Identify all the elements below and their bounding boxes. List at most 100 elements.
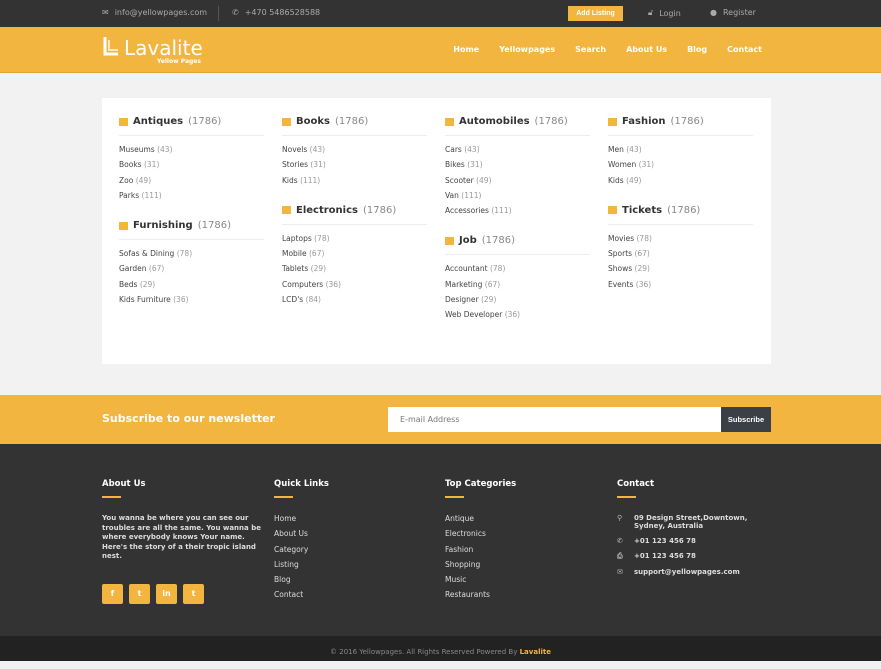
category-count: (1786) bbox=[670, 116, 704, 127]
subcategory-link[interactable]: Events (36) bbox=[608, 280, 753, 295]
subcategory-link[interactable]: Laptops (78) bbox=[282, 234, 427, 249]
login-link[interactable]: 🔓︎ Login bbox=[648, 8, 681, 18]
subcategory-link[interactable]: Sports (67) bbox=[608, 249, 753, 264]
category-heading[interactable]: Job (1786) bbox=[445, 235, 590, 256]
nav-search[interactable]: Search bbox=[575, 45, 606, 54]
category-antiques: Antiques (1786) Museums (43) Books (31) Zoo … bbox=[119, 116, 264, 206]
subcategory-count: (31) bbox=[467, 160, 483, 170]
footer-top-categories: Top Categories Antique Electronics Fashion S… bbox=[445, 479, 605, 606]
facebook-icon[interactable]: f bbox=[102, 583, 123, 604]
subcategory-link[interactable]: Designer (29) bbox=[445, 295, 590, 310]
subcategory-name: Laptops bbox=[282, 233, 312, 243]
footer-link-electronics[interactable]: Electronics bbox=[445, 529, 605, 544]
logo[interactable]: Lavalite Yellow Pages bbox=[102, 36, 203, 65]
electronics-icon bbox=[282, 206, 291, 215]
furnishing-icon bbox=[119, 221, 128, 230]
footer-link-antique[interactable]: Antique bbox=[445, 514, 605, 529]
subcategory-link[interactable]: Kids (49) bbox=[608, 176, 753, 191]
subcategory-link[interactable]: Accountant (78) bbox=[445, 264, 590, 279]
subcategory-link[interactable]: Web Developer (36) bbox=[445, 310, 590, 325]
subcategory-count: (36) bbox=[325, 279, 341, 289]
subcategory-name: Mobile bbox=[282, 249, 307, 259]
subcategory-count: (49) bbox=[135, 175, 152, 185]
nav-blog[interactable]: Blog bbox=[687, 45, 707, 54]
tumblr-icon[interactable]: t bbox=[183, 583, 204, 604]
footer-link-shopping[interactable]: Shopping bbox=[445, 560, 605, 575]
subcategory-name: Kids bbox=[282, 175, 298, 185]
category-heading[interactable]: Automobiles (1786) bbox=[445, 116, 590, 136]
category-heading[interactable]: Books (1786) bbox=[282, 116, 427, 136]
subcategory-link[interactable]: Tablets (29) bbox=[282, 264, 427, 279]
subcategory-link[interactable]: Kids Furniture (36) bbox=[119, 295, 264, 310]
category-heading[interactable]: Fashion (1786) bbox=[608, 116, 753, 136]
subcategory-link[interactable]: Zoo (49) bbox=[119, 176, 264, 191]
subcategory-link[interactable]: Cars (43) bbox=[445, 145, 590, 160]
email-input[interactable] bbox=[388, 407, 721, 432]
category-heading[interactable]: Electronics (1786) bbox=[282, 205, 427, 225]
subcategory-count: (36) bbox=[504, 310, 521, 320]
footer-link-home[interactable]: Home bbox=[274, 514, 434, 529]
contact-phone: ✆ +01 123 456 78 bbox=[617, 537, 772, 545]
nav-about-us[interactable]: About Us bbox=[626, 45, 667, 54]
copyright-brand-link[interactable]: Lavalite bbox=[520, 648, 551, 656]
footer-link-restaurants[interactable]: Restaurants bbox=[445, 590, 605, 605]
antiques-icon bbox=[119, 117, 128, 126]
footer-link-music[interactable]: Music bbox=[445, 575, 605, 590]
subcategory-link[interactable]: Museums (43) bbox=[119, 145, 264, 160]
fashion-icon bbox=[608, 117, 617, 126]
subcategory-link[interactable]: Sofas & Dining (78) bbox=[119, 249, 264, 264]
subcategory-link[interactable]: Computers (36) bbox=[282, 280, 427, 295]
footer-link-contact[interactable]: Contact bbox=[274, 590, 434, 605]
contact-email[interactable]: ✉ support@yellowpages.com bbox=[617, 568, 772, 576]
footer-link-about-us[interactable]: About Us bbox=[274, 529, 434, 544]
subcategory-link[interactable]: LCD's (84) bbox=[282, 295, 427, 310]
subcategory-link[interactable]: Accessories (111) bbox=[445, 206, 590, 221]
register-link[interactable]: ● Register bbox=[710, 8, 756, 17]
twitter-icon[interactable]: t bbox=[129, 583, 150, 604]
category-heading[interactable]: Antiques (1786) bbox=[119, 116, 264, 136]
nav-home[interactable]: Home bbox=[453, 45, 479, 54]
nav-contact[interactable]: Contact bbox=[727, 45, 762, 54]
subcategory-link[interactable]: Women (31) bbox=[608, 160, 753, 175]
category-count: (1786) bbox=[334, 116, 369, 127]
subcategory-name: Parks bbox=[119, 190, 140, 200]
category-title: Job bbox=[459, 235, 477, 247]
linkedin-icon[interactable]: in bbox=[156, 583, 177, 604]
category-heading[interactable]: Furnishing (1786) bbox=[119, 220, 264, 241]
subcategory-link[interactable]: Movies (78) bbox=[608, 234, 753, 249]
subcategory-link[interactable]: Stories (31) bbox=[282, 160, 427, 175]
subcategory-link[interactable]: Kids (111) bbox=[282, 176, 427, 191]
footer-link-category[interactable]: Category bbox=[274, 545, 434, 560]
footer-link-blog[interactable]: Blog bbox=[274, 575, 434, 590]
subscribe-button[interactable]: Subscribe bbox=[721, 407, 771, 432]
footer-about-title: About Us bbox=[102, 479, 262, 498]
subcategory-link[interactable]: Beds (29) bbox=[119, 280, 264, 295]
footer-top-title: Top Categories bbox=[445, 479, 605, 498]
subcategory-link[interactable]: Men (43) bbox=[608, 145, 753, 160]
lock-icon: 🔓︎ bbox=[648, 8, 654, 17]
nav-yellowpages[interactable]: Yellowpages bbox=[499, 45, 555, 54]
subcategory-link[interactable]: Books (31) bbox=[119, 160, 264, 175]
footer-link-fashion[interactable]: Fashion bbox=[445, 545, 605, 560]
subcategory-link[interactable]: Mobile (67) bbox=[282, 249, 427, 264]
subcategory-name: Accountant bbox=[445, 264, 488, 274]
category-heading[interactable]: Tickets (1786) bbox=[608, 205, 753, 225]
subcategory-link[interactable]: Marketing (67) bbox=[445, 280, 590, 295]
user-icon: ● bbox=[710, 8, 717, 17]
category-furnishing: Furnishing (1786) Sofas & Dining (78) Garde… bbox=[119, 220, 264, 310]
footer-link-listing[interactable]: Listing bbox=[274, 560, 434, 575]
category-count: (1786) bbox=[188, 116, 222, 127]
address-text: 09 Design Street,Downtown, Sydney, Austr… bbox=[634, 514, 748, 530]
subcategory-name: LCD's bbox=[282, 295, 304, 305]
subcategory-link[interactable]: Parks (111) bbox=[119, 191, 264, 206]
add-listing-button[interactable]: Add Listing bbox=[568, 6, 623, 21]
subcategory-link[interactable]: Scooter (49) bbox=[445, 176, 590, 191]
subcategory-link[interactable]: Bikes (31) bbox=[445, 160, 590, 175]
subcategory-link[interactable]: Shows (29) bbox=[608, 264, 753, 279]
subcategory-name: Cars bbox=[445, 145, 462, 154]
subcategory-link[interactable]: Van (111) bbox=[445, 191, 590, 206]
subcategory-link[interactable]: Novels (43) bbox=[282, 145, 427, 160]
subcategory-count: (67) bbox=[148, 264, 165, 274]
subcategory-link[interactable]: Garden (67) bbox=[119, 264, 264, 279]
category-title: Books bbox=[296, 116, 330, 127]
